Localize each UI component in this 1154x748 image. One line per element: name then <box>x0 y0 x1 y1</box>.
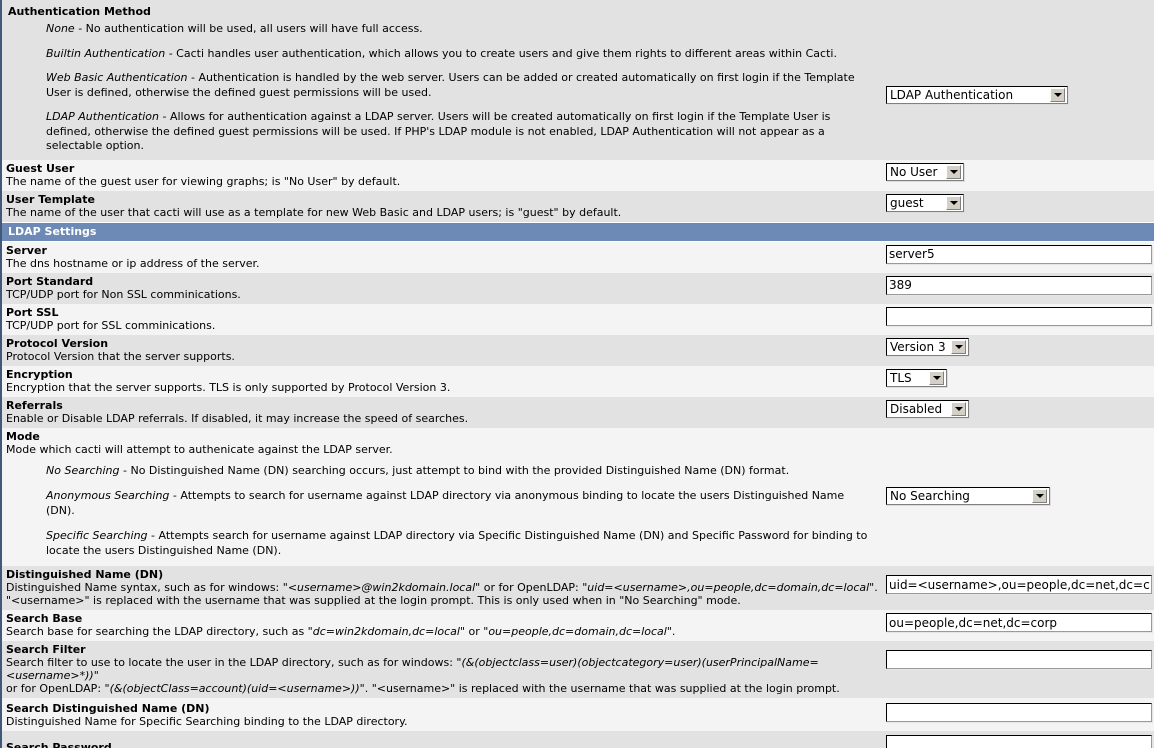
port-standard-input[interactable] <box>886 275 1152 295</box>
mode-desc-no-searching: No Searching - No Distinguished Name (DN… <box>46 464 870 479</box>
authentication-method-value: LDAP Authentication <box>890 88 1014 102</box>
search-distinguished-name-title: Search Distinguished Name (DN) <box>6 702 210 715</box>
row-referrals: Referrals Enable or Disable LDAP referra… <box>2 396 1154 428</box>
chevron-down-icon[interactable] <box>1032 488 1047 503</box>
search-base-description: Search base for searching the LDAP direc… <box>6 625 676 638</box>
mode-term-no-searching: No Searching <box>46 463 120 477</box>
user-template-select[interactable]: guest <box>886 193 964 212</box>
search-base-title: Search Base <box>6 612 83 625</box>
server-title: Server <box>6 243 47 257</box>
row-guest-user: Guest User The name of the guest user fo… <box>2 159 1154 191</box>
search-filter-title: Search Filter <box>6 643 86 656</box>
search-base-input[interactable] <box>886 613 1152 632</box>
settings-authentication-page: Authentication Method None - No authenti… <box>0 0 1154 748</box>
search-filter-input[interactable] <box>886 650 1152 669</box>
row-port-standard: Port Standard TCP/UDP port for Non SSL c… <box>2 272 1154 304</box>
authentication-method-title: Authentication Method <box>8 5 151 18</box>
port-ssl-description: TCP/UDP port for SSL comminications. <box>6 318 216 332</box>
auth-desc-ldap: LDAP Authentication - Allows for authent… <box>46 110 878 154</box>
row-user-template: User Template The name of the user that … <box>2 190 1154 222</box>
search-filter-description-line1: Search filter to use to locate the user … <box>6 656 819 682</box>
mode-term-specific: Specific Searching <box>46 529 148 542</box>
distinguished-name-description-line2: "<username>" is replaced with the userna… <box>6 594 741 607</box>
authentication-method-descriptions: None - No authentication will be used, a… <box>2 22 886 154</box>
distinguished-name-description-line1: Distinguished Name syntax, such as for w… <box>6 581 878 594</box>
auth-desc-webbasic: Web Basic Authentication - Authenticatio… <box>46 71 878 100</box>
mode-description: Mode which cacti will attempt to autheni… <box>6 442 393 456</box>
user-template-title: User Template <box>6 192 95 206</box>
row-mode: Mode Mode which cacti will attempt to au… <box>2 427 1154 566</box>
server-input[interactable] <box>886 244 1152 264</box>
encryption-value: TLS <box>890 370 912 385</box>
row-distinguished-name: Distinguished Name (DN) Distinguished Na… <box>2 566 1154 610</box>
search-distinguished-name-input[interactable] <box>886 703 1152 722</box>
authentication-method-select[interactable]: LDAP Authentication <box>886 86 1068 104</box>
port-standard-description: TCP/UDP port for Non SSL comminications. <box>6 287 241 301</box>
guest-user-description: The name of the guest user for viewing g… <box>6 174 401 188</box>
encryption-title: Encryption <box>6 367 73 381</box>
guest-user-select[interactable]: No User <box>886 162 964 181</box>
row-encryption: Encryption Encryption that the server su… <box>2 365 1154 397</box>
auth-term-builtin: Builtin Authentication <box>46 46 166 60</box>
referrals-value: Disabled <box>890 401 943 416</box>
distinguished-name-input[interactable] <box>886 575 1152 594</box>
search-distinguished-name-description: Distinguished Name for Specific Searchin… <box>6 715 408 728</box>
row-search-distinguished-name: Search Distinguished Name (DN) Distingui… <box>2 698 1154 731</box>
chevron-down-icon[interactable] <box>946 164 961 179</box>
distinguished-name-title: Distinguished Name (DN) <box>6 568 164 581</box>
referrals-select[interactable]: Disabled <box>886 399 969 418</box>
row-search-filter: Search Filter Search filter to use to lo… <box>2 641 1154 698</box>
mode-explanations: No Searching - No Distinguished Name (DN… <box>6 456 880 559</box>
guest-user-title: Guest User <box>6 161 75 175</box>
auth-desc-builtin-rest: - Cacti handles user authentication, whi… <box>165 46 837 60</box>
mode-title: Mode <box>6 429 40 443</box>
mode-desc-specific: Specific Searching - Attempts search for… <box>46 529 870 558</box>
mode-term-anonymous: Anonymous Searching <box>46 489 170 502</box>
search-password-input[interactable] <box>886 735 1152 748</box>
port-standard-title: Port Standard <box>6 274 94 288</box>
chevron-down-icon[interactable] <box>951 339 966 354</box>
auth-term-ldap: LDAP Authentication <box>46 110 160 123</box>
row-search-password: Search Password Password for Specific Se… <box>2 731 1154 748</box>
row-search-base: Search Base Search base for searching th… <box>2 610 1154 641</box>
protocol-version-title: Protocol Version <box>6 336 109 350</box>
row-port-ssl: Port SSL TCP/UDP port for SSL comminicat… <box>2 303 1154 335</box>
auth-desc-ldap-rest: - Allows for authentication against a LD… <box>46 110 831 152</box>
ldap-settings-section-header: LDAP Settings <box>2 221 1154 242</box>
protocol-version-value: Version 3 <box>890 339 946 354</box>
protocol-version-description: Protocol Version that the server support… <box>6 349 235 363</box>
protocol-version-select[interactable]: Version 3 <box>886 337 969 356</box>
port-ssl-title: Port SSL <box>6 305 59 319</box>
auth-term-webbasic: Web Basic Authentication <box>46 71 188 84</box>
row-server: Server The dns hostname or ip address of… <box>2 241 1154 273</box>
user-template-description: The name of the user that cacti will use… <box>6 205 622 219</box>
authentication-method-section: Authentication Method None - No authenti… <box>2 0 1154 160</box>
search-password-title: Search Password <box>6 741 112 748</box>
referrals-title: Referrals <box>6 398 63 412</box>
auth-term-none: None <box>46 22 75 35</box>
mode-value: No Searching <box>890 488 970 503</box>
chevron-down-icon[interactable] <box>929 370 944 385</box>
chevron-down-icon[interactable] <box>946 195 961 210</box>
chevron-down-icon[interactable] <box>951 401 966 416</box>
search-filter-description-line2: or for OpenLDAP: "(&(objectClass=account… <box>6 682 840 695</box>
auth-desc-none-rest: - No authentication will be used, all us… <box>74 22 423 35</box>
guest-user-value: No User <box>890 164 938 179</box>
referrals-description: Enable or Disable LDAP referrals. If dis… <box>6 411 469 425</box>
server-description: The dns hostname or ip address of the se… <box>6 256 260 270</box>
encryption-description: Encryption that the server supports. TLS… <box>6 380 451 394</box>
mode-desc-anonymous: Anonymous Searching - Attempts to search… <box>46 489 870 518</box>
row-protocol-version: Protocol Version Protocol Version that t… <box>2 334 1154 366</box>
auth-desc-builtin: Builtin Authentication - Cacti handles u… <box>46 47 878 62</box>
encryption-select[interactable]: TLS <box>886 368 947 387</box>
mode-select[interactable]: No Searching <box>886 486 1050 505</box>
user-template-value: guest <box>890 195 924 210</box>
port-ssl-input[interactable] <box>886 306 1152 326</box>
chevron-down-icon[interactable] <box>1050 88 1065 102</box>
mode-desc-specific-rest: - Attempts search for username against L… <box>46 529 868 557</box>
auth-desc-none: None - No authentication will be used, a… <box>46 22 878 37</box>
mode-desc-no-searching-rest: - No Distinguished Name (DN) searching o… <box>119 463 790 477</box>
